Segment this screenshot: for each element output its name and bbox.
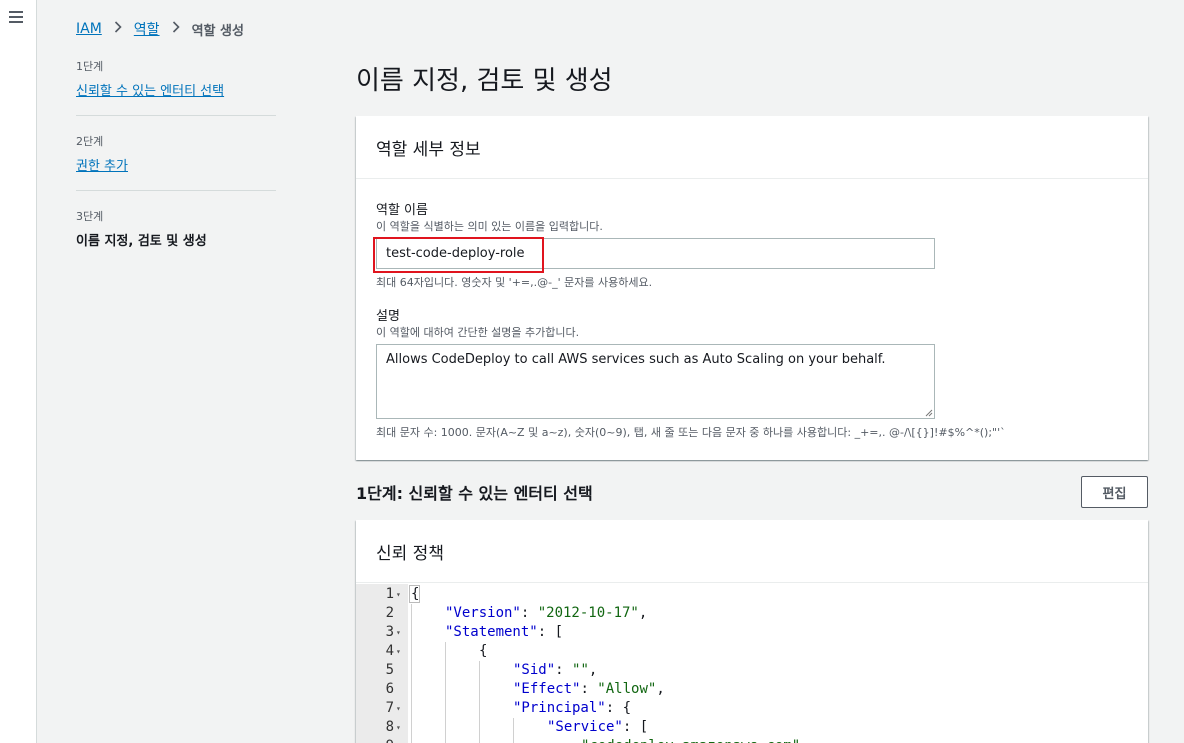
description-hint: 최대 문자 수: 1000. 문자(A~Z 및 a~z), 숫자(0~9), 탭… xyxy=(376,426,1006,439)
fold-arrow-icon[interactable]: ▾ xyxy=(396,699,404,718)
line-number: 8 xyxy=(385,719,394,735)
step-2-link[interactable]: 권한 추가 xyxy=(76,159,128,174)
code-line: 5 "Sid": "", xyxy=(356,661,1148,680)
breadcrumb-current: 역할 생성 xyxy=(191,23,244,39)
fold-arrow-icon[interactable]: ▾ xyxy=(396,623,404,642)
resize-handle-icon[interactable] xyxy=(925,409,933,417)
code-line: 1 ▾{ xyxy=(356,585,1148,604)
card-header: 역할 세부 정보 xyxy=(356,116,1148,179)
description-text: Allows CodeDeploy to call AWS services s… xyxy=(386,352,886,367)
code-line: 8 ▾ "Service": [ xyxy=(356,718,1148,737)
line-number: 4 xyxy=(385,643,394,659)
line-number: 7 xyxy=(385,700,394,716)
breadcrumb-roles[interactable]: 역할 xyxy=(134,19,160,39)
card-header: 신뢰 정책 xyxy=(356,520,1148,583)
code-text: "codedeploy.amazonaws.com" xyxy=(581,737,800,743)
line-number: 6 xyxy=(385,681,394,697)
indent-guide xyxy=(479,661,480,743)
breadcrumb-iam[interactable]: IAM xyxy=(76,21,102,37)
step-label: 1단계 xyxy=(76,60,104,73)
role-name-label: 역할 이름 xyxy=(376,203,428,218)
edit-button[interactable]: 편집 xyxy=(1081,476,1148,508)
line-number: 9 xyxy=(356,737,394,743)
code-text: "Effect": "Allow", xyxy=(513,681,665,697)
line-number: 2 xyxy=(385,605,394,621)
bracket-highlight xyxy=(409,585,420,603)
step-label: 3단계 xyxy=(76,210,104,223)
description-label: 설명 xyxy=(376,309,400,324)
breadcrumb: IAM 역할 역할 생성 xyxy=(76,19,244,39)
indent-guide xyxy=(411,604,412,743)
left-rail xyxy=(0,0,37,743)
code-text: "Version": "2012-10-17", xyxy=(445,605,648,621)
role-name-hint: 최대 64자입니다. 영숫자 및 '+=,.@-_' 문자를 사용하세요. xyxy=(376,276,653,289)
description-description: 이 역할에 대하여 간단한 설명을 추가합니다. xyxy=(376,326,580,339)
trust-policy-card: 신뢰 정책 1 ▾{2 "Version": "2012-10-17", 3 ▾ "Sta… xyxy=(356,520,1148,743)
chevron-right-icon xyxy=(172,21,180,37)
code-text: "Sid": "", xyxy=(513,662,598,678)
chevron-right-icon xyxy=(114,21,122,37)
role-name-description: 이 역할을 식별하는 의미 있는 이름을 입력합니다. xyxy=(376,220,603,233)
code-line: 3 ▾ "Statement": [ xyxy=(356,623,1148,642)
code-line: 4 ▾ { xyxy=(356,642,1148,661)
indent-guide xyxy=(513,718,514,743)
line-number: 3 xyxy=(385,624,394,640)
fold-arrow-icon[interactable]: ▾ xyxy=(396,642,404,661)
step-1: 1단계 신뢰할 수 있는 엔터티 선택 xyxy=(76,58,276,116)
trust-section-title: 1단계: 신뢰할 수 있는 엔터티 선택 xyxy=(356,484,593,503)
step-3-current: 이름 지정, 검토 및 생성 xyxy=(76,234,207,249)
code-editor[interactable]: 1 ▾{2 "Version": "2012-10-17", 3 ▾ "Statement… xyxy=(356,584,1148,743)
code-text: "Principal": { xyxy=(513,700,632,716)
wizard-steps: 1단계 신뢰할 수 있는 엔터티 선택 2단계 권한 추가 3단계 이름 지정,… xyxy=(76,58,276,282)
step-2: 2단계 권한 추가 xyxy=(76,133,276,191)
step-1-link[interactable]: 신뢰할 수 있는 엔터티 선택 xyxy=(76,84,224,99)
description-textarea[interactable]: Allows CodeDeploy to call AWS services s… xyxy=(376,344,935,419)
code-line: 7 ▾ "Principal": { xyxy=(356,699,1148,718)
step-label: 2단계 xyxy=(76,135,104,148)
indent-guide xyxy=(445,642,446,743)
line-number: 5 xyxy=(385,662,394,678)
menu-icon[interactable] xyxy=(9,11,23,23)
code-line: 6 "Effect": "Allow", xyxy=(356,680,1148,699)
role-name-input[interactable]: test-code-deploy-role xyxy=(376,238,935,269)
code-text: "Statement": [ xyxy=(445,624,564,640)
code-text: { xyxy=(479,643,488,659)
role-details-card: 역할 세부 정보 역할 이름 이 역할을 식별하는 의미 있는 이름을 입력합니… xyxy=(356,116,1148,460)
code-line: 2 "Version": "2012-10-17", xyxy=(356,604,1148,623)
page-title: 이름 지정, 검토 및 생성 xyxy=(356,66,613,96)
fold-arrow-icon[interactable]: ▾ xyxy=(396,718,404,737)
code-text: "Service": [ xyxy=(547,719,649,735)
step-3: 3단계 이름 지정, 검토 및 생성 xyxy=(76,208,276,265)
code-line: 9 "codedeploy.amazonaws.com" xyxy=(356,737,1148,743)
fold-arrow-icon[interactable]: ▾ xyxy=(396,585,404,604)
line-number: 1 xyxy=(385,586,394,602)
